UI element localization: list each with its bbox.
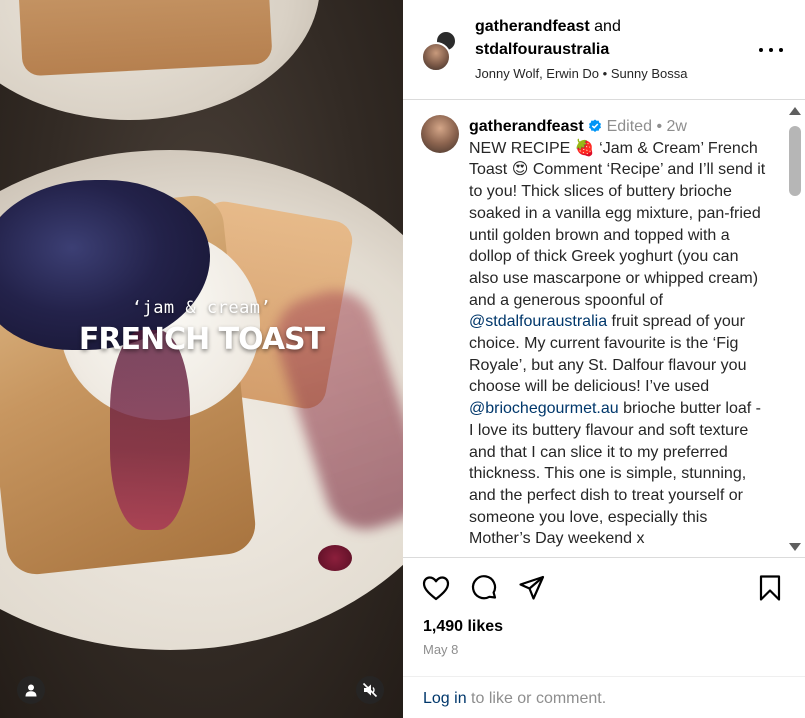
post-header: gatherandfeast and stdalfouraustralia Jo… xyxy=(403,0,805,100)
login-suffix: to like or comment. xyxy=(466,690,607,707)
heart-icon[interactable] xyxy=(421,573,451,603)
caption-text-1: NEW RECIPE 🍓 ‘Jam & Cream’ French Toast … xyxy=(469,139,766,309)
caption-text-3: brioche butter loaf - I love its buttery… xyxy=(469,400,761,548)
collab-avatars[interactable] xyxy=(421,30,463,72)
audio-name[interactable]: Sunny Bossa xyxy=(611,66,688,81)
audio-artists[interactable]: Jonny Wolf, Erwin Do xyxy=(475,66,599,81)
post-actions: 1,490 likes May 8 Log in to like or comm… xyxy=(403,557,805,718)
audio-info: Jonny Wolf, Erwin Do • Sunny Bossa xyxy=(475,66,687,81)
more-options-dot xyxy=(769,48,773,52)
meta-dot: • xyxy=(656,118,663,135)
scroll-down-arrow[interactable] xyxy=(789,543,801,551)
bookmark-icon[interactable] xyxy=(755,573,785,603)
mute-toggle-button[interactable] xyxy=(356,676,384,704)
mention-briochegourmet[interactable]: @briochegourmet.au xyxy=(469,400,619,417)
more-options-button[interactable] xyxy=(759,40,783,60)
video-overlay-subtitle: ‘jam & cream’ xyxy=(131,298,272,318)
background-toast xyxy=(17,0,273,77)
scroll-up-arrow[interactable] xyxy=(789,107,801,115)
audio-separator: • xyxy=(602,66,608,81)
login-prompt: Log in to like or comment. xyxy=(403,676,805,718)
header-author-line: gatherandfeast and xyxy=(475,18,621,36)
avatar-gatherandfeast[interactable] xyxy=(421,42,451,72)
post-age[interactable]: 2w xyxy=(667,118,687,135)
jam-drip xyxy=(110,330,190,530)
more-options-dot xyxy=(779,48,783,52)
comment-icon[interactable] xyxy=(469,573,499,603)
author-link[interactable]: gatherandfeast xyxy=(475,18,590,35)
more-options-icon xyxy=(759,48,763,52)
and-text: and xyxy=(594,18,621,35)
share-icon[interactable] xyxy=(517,573,547,603)
tagged-users-button[interactable] xyxy=(17,676,45,704)
edited-label: Edited xyxy=(606,118,652,135)
caption-avatar[interactable] xyxy=(421,115,459,153)
caption-text: gatherandfeast Edited • 2w NEW RECIPE 🍓 … xyxy=(469,116,769,550)
likes-count[interactable]: 1,490 likes xyxy=(423,618,503,636)
scroll-thumb[interactable] xyxy=(789,126,801,196)
jam-drop xyxy=(318,545,352,571)
collaborator-link[interactable]: stdalfouraustralia xyxy=(475,41,609,59)
post-date[interactable]: May 8 xyxy=(423,642,458,657)
comments-section[interactable]: gatherandfeast Edited • 2w NEW RECIPE 🍓 … xyxy=(403,101,805,557)
login-link[interactable]: Log in xyxy=(423,690,467,707)
muted-speaker-icon xyxy=(362,682,378,698)
verified-badge-icon xyxy=(589,119,602,132)
comments-scrollbar[interactable] xyxy=(787,101,803,557)
post-media[interactable]: ‘jam & cream’ FRENCH TOAST xyxy=(0,0,403,718)
caption-username[interactable]: gatherandfeast xyxy=(469,118,584,135)
mention-stdalfouraustralia[interactable]: @stdalfouraustralia xyxy=(469,313,607,330)
user-icon xyxy=(25,684,37,697)
video-overlay-title: FRENCH TOAST xyxy=(78,322,325,357)
post-side-panel: gatherandfeast and stdalfouraustralia Jo… xyxy=(403,0,805,718)
